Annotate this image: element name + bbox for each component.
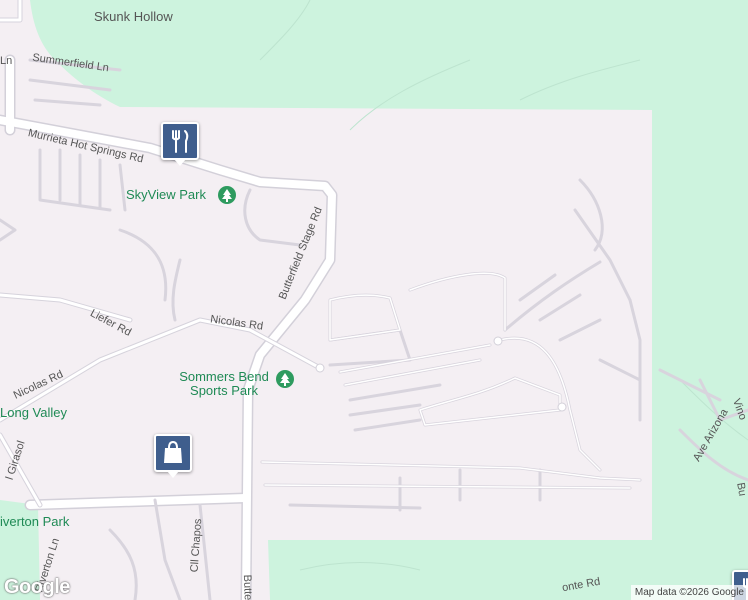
label-ln-fragment: Ln xyxy=(0,55,13,67)
park-tree-icon[interactable] xyxy=(276,370,294,388)
green-areas xyxy=(0,0,748,600)
shopping-bag-icon xyxy=(164,440,182,463)
label-butterfield-south: Butte xyxy=(240,574,254,600)
restaurant-icon xyxy=(172,130,189,153)
label-skyview-park[interactable]: SkyView Park xyxy=(126,187,206,202)
google-logo: Google xyxy=(4,576,70,598)
label-long-valley[interactable]: Long Valley xyxy=(0,405,67,420)
label-skunk-hollow: Skunk Hollow xyxy=(94,9,173,24)
map-canvas[interactable]: Skunk Hollow Summerfield Ln Ln Murrieta … xyxy=(0,0,748,600)
label-sommers-bend-sports-park[interactable]: Sommers Bend Sports Park xyxy=(174,369,274,399)
shopping-marker[interactable] xyxy=(154,434,192,478)
park-tree-icon[interactable] xyxy=(218,186,236,204)
restaurant-marker[interactable] xyxy=(161,122,199,166)
label-riverton-park[interactable]: iverton Park xyxy=(0,514,69,529)
label-bu: Bu xyxy=(734,481,748,498)
map-base-layer xyxy=(0,0,748,600)
map-attribution: Map data ©2026 Google xyxy=(630,585,748,600)
